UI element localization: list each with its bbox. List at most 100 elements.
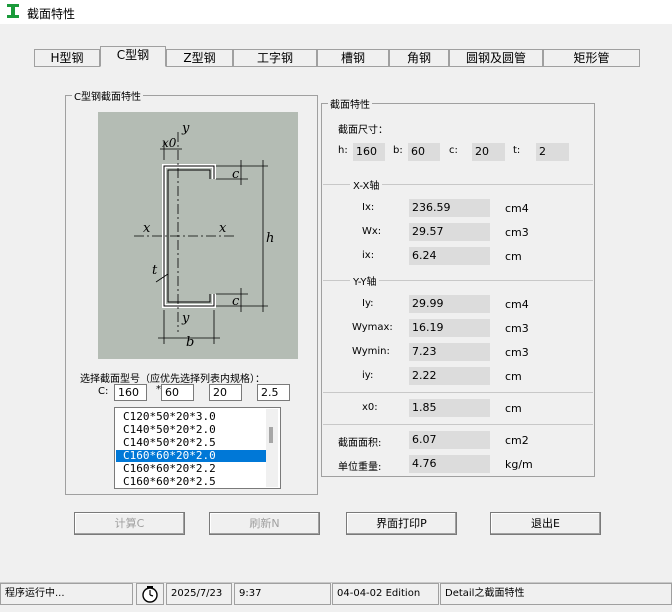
b-input[interactable]: 60	[161, 384, 194, 401]
b-dim-value: 60	[408, 143, 440, 161]
clock-icon	[142, 586, 158, 603]
wx-value: 29.57	[409, 223, 490, 241]
window-title: 截面特性	[27, 7, 76, 21]
tab-angle[interactable]: 角钢	[389, 49, 449, 66]
x-axis-left-label: x	[143, 221, 151, 236]
wymax-unit: cm3	[505, 322, 529, 335]
exit-button[interactable]: 退出E	[490, 512, 601, 535]
x0-unit: cm	[505, 402, 522, 415]
b-dim-label: b:	[393, 145, 403, 156]
wymin-unit: cm3	[505, 346, 529, 359]
tab-label: 矩形管	[573, 51, 610, 65]
tab-label: C型钢	[116, 48, 150, 62]
clock-cell	[136, 583, 164, 605]
refresh-button[interactable]: 刷新N	[209, 512, 320, 535]
status-detail: Detail之截面特性	[440, 583, 672, 605]
xx-axis-title: X-X轴	[350, 177, 383, 192]
wymax-label: Wymax:	[352, 322, 393, 333]
c-label: C:	[98, 386, 109, 397]
props-group-title: 截面特性	[328, 96, 372, 111]
y-axis-bottom-label: y	[181, 311, 190, 326]
h-label: h	[266, 231, 274, 246]
tab-label: H型钢	[50, 51, 84, 65]
tab-c-steel[interactable]: C型钢	[100, 46, 166, 67]
tab-label: 角钢	[406, 51, 431, 65]
iy-unit: cm4	[505, 298, 529, 311]
rx-label: ix:	[362, 250, 375, 261]
h-input[interactable]: 160	[114, 384, 147, 401]
dims-title: 截面尺寸：	[338, 125, 388, 136]
weight-value: 4.76	[409, 455, 490, 473]
ix-label: Ix:	[362, 202, 375, 213]
c-dim-value: 20	[472, 143, 505, 161]
wymin-value: 7.23	[409, 343, 490, 361]
section-group-title: C型钢截面特性	[72, 88, 143, 103]
tab-channel[interactable]: 槽钢	[317, 49, 389, 66]
rx-value: 6.24	[409, 247, 490, 265]
list-item[interactable]: C140*50*20*2.0	[123, 424, 263, 436]
tab-label: 工字钢	[256, 51, 293, 65]
calc-button[interactable]: 计算C	[74, 512, 185, 535]
tab-i-beam[interactable]: 工字钢	[233, 49, 317, 66]
t-label: t	[152, 263, 158, 278]
tab-rect-tube[interactable]: 矩形管	[543, 49, 640, 66]
t-dim-value: 2	[536, 143, 569, 161]
list-item[interactable]: C120*50*20*3.0	[123, 411, 263, 423]
h-dim-label: h:	[338, 145, 348, 156]
x0-label: x0	[162, 136, 177, 150]
area-label: 截面面积:	[338, 438, 382, 449]
tab-label: 槽钢	[340, 51, 365, 65]
x0-label: x0:	[362, 402, 378, 413]
list-item[interactable]: C160*60*20*2.2	[123, 463, 263, 475]
c-top-label: c	[232, 167, 240, 182]
c-input[interactable]: 20	[209, 384, 242, 401]
weight-unit: kg/m	[505, 458, 533, 471]
list-item[interactable]: C160*60*20*2.5	[123, 476, 263, 488]
wx-label: Wx:	[362, 226, 382, 237]
divider	[323, 392, 593, 393]
y-axis-top-label: y	[181, 121, 190, 136]
wymin-label: Wymin:	[352, 346, 390, 357]
x-axis-right-label: x	[219, 221, 227, 236]
scroll-thumb[interactable]	[269, 427, 273, 443]
t-input[interactable]: 2.5	[257, 384, 290, 401]
weight-label: 单位重量:	[338, 462, 382, 473]
iy-label: Iy:	[362, 298, 374, 309]
c-section-diagram: x0 y y x x c c h t b	[98, 112, 298, 359]
status-time: 9:37	[234, 583, 331, 605]
c-bottom-label: c	[232, 294, 240, 309]
list-item[interactable]: C140*50*20*2.5	[123, 437, 263, 449]
h-dim-value: 160	[353, 143, 385, 161]
ry-unit: cm	[505, 370, 522, 383]
iy-value: 29.99	[409, 295, 490, 313]
ry-label: iy:	[362, 370, 374, 381]
rx-unit: cm	[505, 250, 522, 263]
b-label: b	[186, 335, 194, 350]
title-bar: 截面特性	[0, 0, 672, 24]
tab-round[interactable]: 圆钢及圆管	[449, 49, 543, 66]
yy-axis-title: Y-Y轴	[350, 273, 380, 288]
tab-h-steel[interactable]: H型钢	[34, 49, 100, 66]
ix-value: 236.59	[409, 199, 490, 217]
wx-unit: cm3	[505, 226, 529, 239]
tab-label: Z型钢	[183, 51, 216, 65]
tab-z-steel[interactable]: Z型钢	[166, 49, 233, 66]
wymax-value: 16.19	[409, 319, 490, 337]
print-button[interactable]: 界面打印P	[346, 512, 457, 535]
section-list[interactable]: C120*50*20*3.0 C140*50*20*2.0 C140*50*20…	[114, 407, 281, 489]
list-scrollbar[interactable]	[266, 409, 278, 487]
t-dim-label: t:	[513, 145, 521, 156]
status-date: 2025/7/23	[166, 583, 232, 605]
status-edition: 04-04-02 Edition	[332, 583, 439, 605]
area-unit: cm2	[505, 434, 529, 447]
divider	[323, 424, 593, 425]
status-state: 程序运行中...	[0, 583, 133, 605]
app-icon	[7, 4, 19, 18]
x0-value: 1.85	[409, 399, 490, 417]
ry-value: 2.22	[409, 367, 490, 385]
list-item-selected[interactable]: C160*60*20*2.0	[116, 450, 269, 462]
c-dim-label: c:	[449, 145, 458, 156]
area-value: 6.07	[409, 431, 490, 449]
ix-unit: cm4	[505, 202, 529, 215]
select-prompt: 选择截面型号（应优先选择列表内规格）：	[80, 374, 265, 385]
